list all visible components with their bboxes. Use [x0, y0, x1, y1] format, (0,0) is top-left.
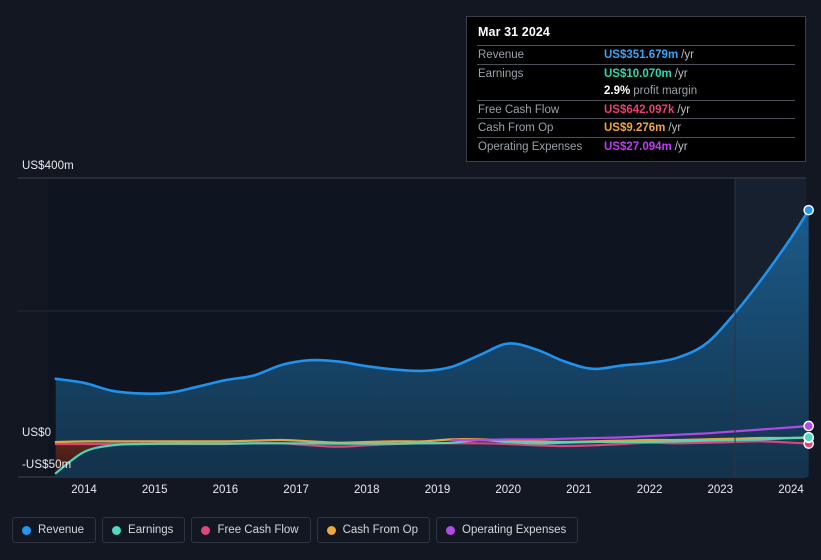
tooltip-row-unit: /yr [681, 49, 694, 61]
tooltip-row: RevenueUS$351.679m/yr [477, 45, 795, 64]
chart-page: US$400m US$0 -US$50m 2014201520162017201… [0, 0, 821, 560]
y-axis-label-zero: US$0 [22, 427, 51, 439]
legend-item-label: Revenue [38, 524, 84, 536]
tooltip-row-label: Earnings [478, 68, 604, 80]
x-axis-tick-label: 2018 [354, 484, 380, 496]
tooltip-date: Mar 31 2024 [477, 24, 795, 45]
tooltip-row: EarningsUS$10.070m/yr [477, 64, 795, 83]
legend-item-label: Free Cash Flow [217, 524, 298, 536]
tooltip-row-unit: /yr [675, 68, 688, 80]
tooltip-row-label: Free Cash Flow [478, 104, 604, 116]
x-axis-tick-label: 2017 [283, 484, 309, 496]
tooltip-row-label: Revenue [478, 49, 604, 61]
legend-item-operating-expenses[interactable]: Operating Expenses [436, 517, 578, 543]
legend-item-cash-from-op[interactable]: Cash From Op [317, 517, 430, 543]
tooltip-row-label: Operating Expenses [478, 141, 604, 153]
y-axis-label-top: US$400m [22, 160, 74, 172]
x-axis-tick-label: 2023 [708, 484, 734, 496]
tooltip-row: 2.9%profit margin [477, 82, 795, 100]
tooltip-row-label: Cash From Op [478, 122, 604, 134]
x-axis-tick-label: 2016 [213, 484, 239, 496]
legend-color-dot-icon [446, 526, 455, 535]
legend-color-dot-icon [112, 526, 121, 535]
x-axis-tick-label: 2019 [425, 484, 451, 496]
tooltip-row: Free Cash FlowUS$642.097k/yr [477, 100, 795, 119]
x-axis: 2014 2015 2016 2017 2018 2019 2020 2021 2022 2023… [0, 484, 821, 506]
tooltip-row-value: US$351.679m [604, 49, 678, 61]
y-axis-label-bottom: -US$50m [22, 459, 71, 471]
x-axis-tick-label: 2021 [566, 484, 592, 496]
x-axis-tick-label: 2024 [778, 484, 804, 496]
chart-tooltip: Mar 31 2024 RevenueUS$351.679m/yrEarning… [466, 16, 806, 162]
legend-item-free-cash-flow[interactable]: Free Cash Flow [191, 517, 310, 543]
chart-plot-area [0, 155, 821, 485]
x-axis-tick-label: 2015 [142, 484, 168, 496]
x-axis-tick-label: 2014 [71, 484, 97, 496]
legend-item-label: Cash From Op [343, 524, 418, 536]
tooltip-row-value: US$10.070m [604, 68, 672, 80]
legend-item-earnings[interactable]: Earnings [102, 517, 185, 543]
tooltip-rows: RevenueUS$351.679m/yrEarningsUS$10.070m/… [477, 45, 795, 155]
tooltip-row: Cash From OpUS$9.276m/yr [477, 118, 795, 137]
chart-svg [0, 155, 821, 485]
tooltip-row-unit: /yr [668, 122, 681, 134]
tooltip-row-value: US$642.097k [604, 104, 674, 116]
legend-color-dot-icon [327, 526, 336, 535]
legend-item-label: Earnings [128, 524, 173, 536]
tooltip-row-unit: /yr [675, 141, 688, 153]
legend-color-dot-icon [201, 526, 210, 535]
tooltip-row-value: US$27.094m [604, 141, 672, 153]
legend-color-dot-icon [22, 526, 31, 535]
chart-legend: Revenue Earnings Free Cash Flow Cash From O… [12, 517, 578, 543]
tooltip-row-value: 2.9% [604, 85, 630, 97]
x-axis-tick-label: 2020 [495, 484, 521, 496]
tooltip-row-unit: /yr [677, 104, 690, 116]
legend-item-label: Operating Expenses [462, 524, 566, 536]
legend-item-revenue[interactable]: Revenue [12, 517, 96, 543]
tooltip-row-subtext: profit margin [633, 85, 697, 97]
tooltip-row-value: US$9.276m [604, 122, 665, 134]
x-axis-tick-label: 2022 [637, 484, 663, 496]
tooltip-row: Operating ExpensesUS$27.094m/yr [477, 137, 795, 156]
